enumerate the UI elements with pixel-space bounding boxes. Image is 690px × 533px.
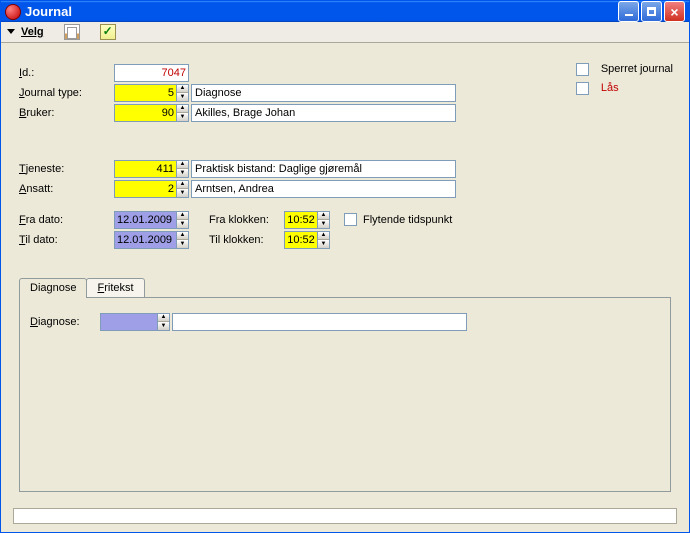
- fraklokken-value: 10:52: [285, 214, 317, 226]
- ansatt-spinner[interactable]: ▲▼: [176, 181, 188, 197]
- chevron-down-icon: [7, 29, 15, 34]
- ansatt-value: 2: [115, 183, 176, 195]
- fraklokken-label: Fra klokken:: [209, 214, 284, 226]
- tildato-label: Til dato:: [19, 234, 114, 246]
- ansatt-field[interactable]: 2 ▲▼: [114, 180, 189, 198]
- minimize-icon: [625, 14, 633, 16]
- diagnose-field[interactable]: ▲▼: [100, 313, 170, 331]
- journaltype-spinner[interactable]: ▲▼: [176, 85, 188, 101]
- diagnose-desc[interactable]: [172, 313, 467, 331]
- confirm-icon[interactable]: [100, 24, 116, 40]
- journaltype-desc[interactable]: Diagnose: [191, 84, 456, 102]
- flytende-checkbox[interactable]: [344, 213, 357, 226]
- minimize-button[interactable]: [618, 1, 639, 22]
- bruker-field[interactable]: 90 ▲▼: [114, 104, 189, 122]
- fradato-value: 12.01.2009: [115, 214, 176, 226]
- sperret-journal-label: Sperret journal: [601, 63, 673, 75]
- fradato-field[interactable]: 12.01.2009 ▲▼: [114, 211, 189, 229]
- tilklokken-label: Til klokken:: [209, 234, 284, 246]
- fraklokken-field[interactable]: 10:52 ▲▼: [284, 211, 330, 229]
- bruker-value: 90: [115, 107, 176, 119]
- row-ansatt: Ansatt: 2 ▲▼ Arntsen, Andrea: [19, 179, 671, 199]
- id-label: Id.:: [19, 67, 114, 79]
- tildato-field[interactable]: 12.01.2009 ▲▼: [114, 231, 189, 249]
- journaltype-label: Journal type:: [19, 87, 114, 99]
- window: Journal × Velg Sperret journal Lås Id.:: [0, 0, 690, 533]
- tab-strip: Diagnose Fritekst: [19, 277, 671, 297]
- las-checkbox[interactable]: [576, 82, 589, 95]
- row-fra: Fra dato: 12.01.2009 ▲▼ Fra klokken: 10:…: [19, 211, 671, 229]
- app-icon: [5, 4, 21, 20]
- tab-diagnose[interactable]: Diagnose: [19, 278, 87, 298]
- velg-label: Velg: [21, 26, 44, 38]
- id-value: 7047: [115, 67, 188, 79]
- status-bar: [13, 508, 677, 524]
- bruker-desc[interactable]: Akilles, Brage Johan: [191, 104, 456, 122]
- tjeneste-spinner[interactable]: ▲▼: [176, 161, 188, 177]
- journaltype-value: 5: [115, 87, 176, 99]
- las-option: Lås: [562, 82, 673, 95]
- maximize-button[interactable]: [641, 1, 662, 22]
- tabpanel-diagnose: Diagnose: ▲▼: [19, 297, 671, 492]
- row-tjeneste: Tjeneste: 411 ▲▼ Praktisk bistand: Dagli…: [19, 159, 671, 179]
- row-til: Til dato: 12.01.2009 ▲▼ Til klokken: 10:…: [19, 231, 671, 249]
- right-options: Sperret journal Lås: [562, 63, 673, 95]
- window-title: Journal: [25, 4, 72, 19]
- velg-menu[interactable]: Velg: [7, 26, 44, 38]
- tildato-value: 12.01.2009: [115, 234, 176, 246]
- tjeneste-value: 411: [115, 163, 176, 175]
- row-bruker: Bruker: 90 ▲▼ Akilles, Brage Johan: [19, 103, 671, 123]
- tab-fritekst[interactable]: Fritekst: [86, 278, 144, 297]
- tjeneste-label: Tjeneste:: [19, 163, 114, 175]
- flytende-label: Flytende tidspunkt: [363, 214, 452, 226]
- tilklokken-field[interactable]: 10:52 ▲▼: [284, 231, 330, 249]
- diagnose-label: Diagnose:: [30, 316, 100, 328]
- close-icon: ×: [670, 5, 678, 19]
- fradato-spinner[interactable]: ▲▼: [176, 212, 188, 228]
- row-diagnose: Diagnose: ▲▼: [30, 312, 660, 332]
- tjeneste-desc[interactable]: Praktisk bistand: Daglige gjøremål: [191, 160, 456, 178]
- id-field[interactable]: 7047: [114, 64, 189, 82]
- tjeneste-field[interactable]: 411 ▲▼: [114, 160, 189, 178]
- tilklokken-value: 10:52: [285, 234, 317, 246]
- titlebar: Journal ×: [1, 1, 689, 22]
- fradato-label: Fra dato:: [19, 214, 114, 226]
- sperret-journal-option: Sperret journal: [562, 63, 673, 76]
- tilklokken-spinner[interactable]: ▲▼: [317, 232, 329, 248]
- tildato-spinner[interactable]: ▲▼: [176, 232, 188, 248]
- bruker-label: Bruker:: [19, 107, 114, 119]
- ansatt-label: Ansatt:: [19, 183, 114, 195]
- diagnose-spinner[interactable]: ▲▼: [157, 314, 169, 330]
- bruker-spinner[interactable]: ▲▼: [176, 105, 188, 121]
- sperret-journal-checkbox[interactable]: [576, 63, 589, 76]
- copy-document-icon[interactable]: [64, 24, 80, 40]
- fraklokken-spinner[interactable]: ▲▼: [317, 212, 329, 228]
- content: Sperret journal Lås Id.: 7047 Journal ty…: [1, 43, 689, 502]
- journaltype-field[interactable]: 5 ▲▼: [114, 84, 189, 102]
- las-label: Lås: [601, 82, 619, 94]
- toolbar: Velg: [1, 22, 689, 43]
- ansatt-desc[interactable]: Arntsen, Andrea: [191, 180, 456, 198]
- maximize-icon: [647, 7, 656, 16]
- close-button[interactable]: ×: [664, 1, 685, 22]
